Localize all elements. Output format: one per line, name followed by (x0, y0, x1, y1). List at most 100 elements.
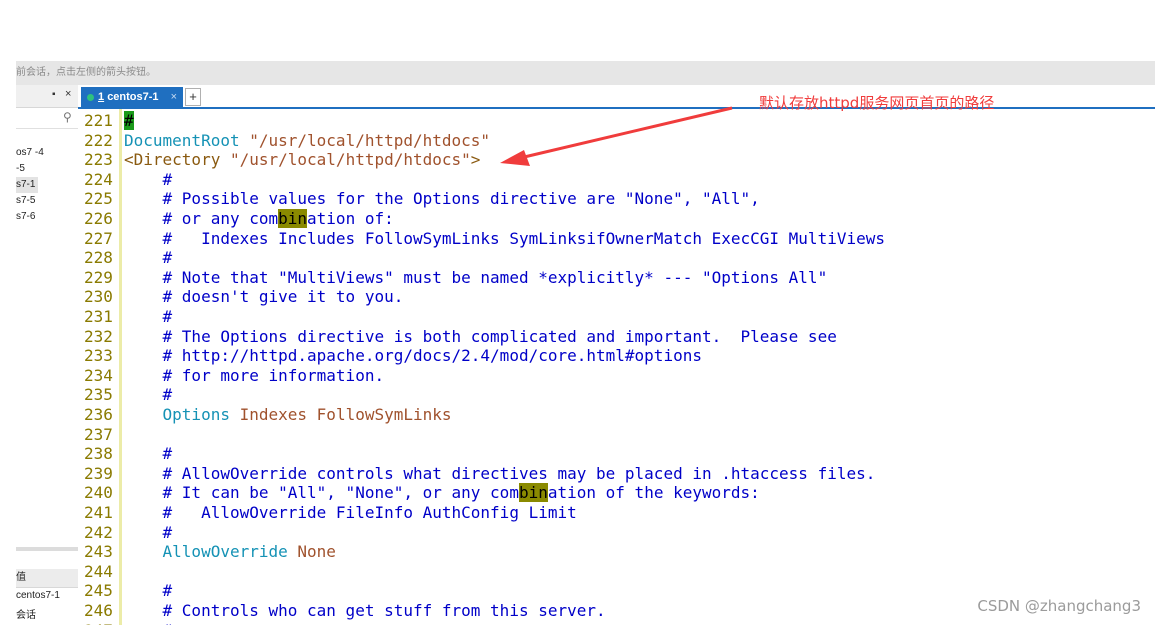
code-token: Indexes FollowSymLinks (239, 405, 452, 424)
line-text: # AllowOverride controls what directives… (124, 464, 876, 484)
code-token: # AllowOverride FileInfo AuthConfig Limi… (124, 503, 577, 522)
connected-status-icon (87, 93, 94, 101)
line-text: # (124, 248, 173, 268)
line-text: # Controls who can get stuff from this s… (124, 601, 606, 621)
code-token: DocumentRoot (124, 130, 240, 150)
code-token: # (124, 385, 173, 405)
line-text: # (124, 522, 173, 543)
code-token: # Indexes Includes FollowSymLinks SymLin… (124, 228, 885, 248)
line-text: # (124, 169, 173, 190)
code-token: # It can be "All", "None", or any com (124, 483, 519, 503)
line-number: 223 (84, 150, 113, 170)
session-item[interactable]: os7 -4 (16, 145, 78, 161)
line-text: # or any combination of: (124, 209, 394, 229)
code-token: # The Options directive is both complica… (124, 326, 837, 346)
line-number: 245 (84, 581, 113, 601)
line-text: # (124, 307, 173, 327)
code-token: <Directory (124, 150, 230, 170)
line-text: # Possible values for the Options direct… (124, 189, 760, 209)
line-text: # (124, 385, 173, 405)
code-token: # (124, 307, 173, 326)
tab-label: centos7-1 (107, 91, 159, 103)
annotation-label: 默认存放httpd服务网页首页的路径 (759, 94, 995, 112)
line-text: # Note that "MultiViews" must be named *… (124, 267, 828, 288)
hint-text: 前会话，点击左侧的箭头按钮。 (16, 67, 156, 78)
line-number: 237 (84, 424, 113, 444)
line-number: 230 (84, 287, 113, 307)
code-token: None (297, 542, 336, 562)
code-token: "/usr/local/httpd/htdocs" (249, 130, 491, 150)
line-number: 226 (84, 209, 113, 228)
line-text: DocumentRoot "/usr/local/httpd/htdocs" (124, 131, 490, 151)
code-token: # (124, 522, 173, 542)
line-number: 224 (84, 169, 113, 189)
line-text: # AllowOverride FileInfo AuthConfig Limi… (124, 503, 577, 523)
code-token: # Possible values for the Options direct… (124, 189, 760, 209)
line-number: 236 (84, 405, 113, 424)
search-highlight: bin (518, 483, 548, 503)
session-item-selected[interactable]: s7-1 (16, 177, 38, 193)
tab-number: 1 (98, 91, 105, 103)
close-icon[interactable]: × (171, 87, 177, 107)
tab-centos7-1[interactable]: 1 centos7-1 × (81, 87, 183, 107)
line-number: 231 (84, 307, 113, 326)
line-number: 225 (84, 189, 113, 209)
line-number: 229 (84, 267, 113, 287)
code-token: # doesn't give it to you. (124, 287, 404, 307)
watermark: CSDN @zhangchang3 (977, 597, 1141, 615)
code-token: ation of: (307, 209, 394, 228)
line-number: 240 (84, 483, 113, 503)
code-token: # for more information. (124, 365, 385, 385)
session-manager-panel: ▪ × ⚲ os7 -4 -5 s7-1 s7-5 s7-6 值 centos7… (16, 85, 79, 625)
terminal-editor[interactable]: 221 #222 DocumentRoot "/usr/local/httpd/ht… (78, 109, 1155, 625)
panel-splitter[interactable] (16, 547, 78, 551)
line-number: 246 (84, 601, 113, 620)
session-search-input[interactable]: ⚲ (16, 108, 78, 129)
line-number: 242 (84, 522, 113, 542)
session-item[interactable]: s7-6 (16, 209, 78, 225)
line-number: 247 (84, 621, 120, 625)
code-token: > (470, 150, 481, 170)
pin-icon[interactable]: ▪ (52, 89, 56, 100)
line-number: 233 (84, 346, 113, 366)
search-icon[interactable]: ⚲ (63, 110, 72, 124)
line-number: 235 (84, 385, 113, 405)
code-token: # (124, 621, 173, 625)
line-text: # The Options directive is both complica… (124, 327, 837, 347)
hint-bar: 前会话，点击左侧的箭头按钮。 (16, 61, 1155, 85)
line-text: AllowOverride None (124, 542, 336, 562)
line-text: # for more information. (124, 365, 385, 386)
code-token: "/usr/local/httpd/htdocs" (229, 150, 471, 170)
line-number: 241 (84, 503, 113, 522)
close-icon[interactable]: × (65, 88, 71, 100)
search-highlight: bin (278, 209, 308, 228)
line-number: 238 (84, 444, 113, 464)
code-token: # Note that "MultiViews" must be named *… (124, 267, 828, 287)
code-token: AllowOverride (162, 542, 288, 562)
text-cursor: # (124, 111, 134, 130)
line-text: Options Indexes FollowSymLinks (124, 405, 452, 425)
code-token: # (124, 169, 173, 189)
property-value: centos7-1 (16, 590, 60, 601)
line-number: 228 (84, 248, 113, 268)
properties-header: 值 (16, 569, 78, 588)
line-text: # (124, 111, 134, 131)
line-number: 244 (84, 561, 113, 581)
code-token: ation of the keywords: (547, 483, 760, 503)
line-text: # It can be "All", "None", or any combin… (124, 483, 760, 503)
session-item[interactable]: -5 (16, 161, 78, 177)
new-tab-button[interactable]: + (185, 88, 201, 106)
property-value: 会话 (16, 610, 36, 621)
line-text: # (124, 581, 173, 601)
code-token: # Controls who can get stuff from this s… (124, 601, 606, 620)
code-token: # http://httpd.apache.org/docs/2.4/mod/c… (124, 346, 702, 366)
line-text: # Indexes Includes FollowSymLinks SymLin… (124, 229, 885, 249)
code-token: # or any com (124, 209, 279, 228)
line-text: # (124, 621, 173, 625)
session-item[interactable]: s7-5 (16, 193, 78, 209)
